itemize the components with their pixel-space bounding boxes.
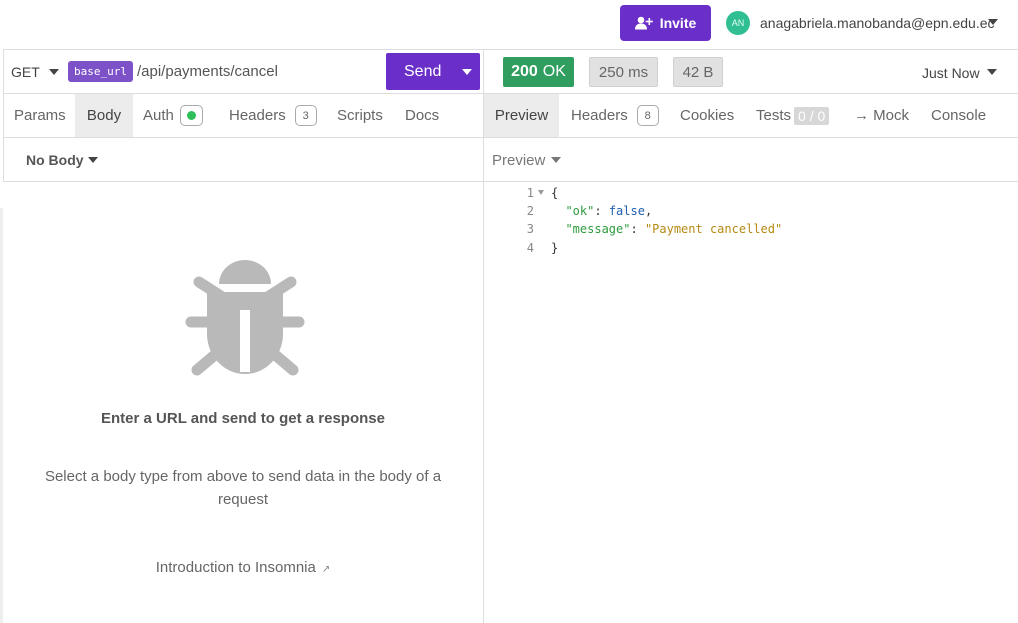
line-number: 3 bbox=[526, 222, 534, 236]
json-value-ok: false bbox=[608, 204, 645, 218]
response-headers-count-badge: 8 bbox=[636, 105, 659, 126]
status-badge: 200 OK bbox=[503, 57, 574, 87]
line-number: 1 bbox=[526, 186, 534, 200]
tab-auth-label: Auth bbox=[143, 107, 174, 124]
response-size-badge: 42 B bbox=[673, 57, 723, 87]
tab-response-headers-label: Headers bbox=[571, 107, 628, 124]
code-close-brace: } bbox=[551, 241, 559, 255]
method-select[interactable]: GET bbox=[11, 64, 40, 80]
tab-tests-label: Tests bbox=[756, 107, 792, 124]
auth-enabled-dot bbox=[186, 111, 196, 120]
tab-body[interactable]: Body bbox=[75, 94, 133, 137]
response-tabs: Preview Headers 8 Cookies Tests 0 / 0 → … bbox=[484, 94, 1018, 138]
bug-icon bbox=[185, 260, 305, 376]
request-tabs: Params Body Auth Headers 3 Scripts Docs bbox=[3, 94, 483, 138]
response-time-badge: 250 ms bbox=[589, 57, 658, 87]
invite-label: Invite bbox=[659, 15, 697, 31]
tab-response-headers[interactable]: Headers 8 bbox=[571, 94, 659, 137]
send-button[interactable]: Send bbox=[386, 53, 480, 90]
send-label: Send bbox=[404, 63, 442, 80]
tab-cookies[interactable]: Cookies bbox=[680, 94, 734, 137]
chevron-down-icon[interactable] bbox=[49, 69, 59, 75]
chevron-down-icon[interactable] bbox=[551, 157, 561, 163]
status-code: 200 bbox=[511, 63, 538, 80]
tab-auth[interactable]: Auth bbox=[143, 94, 203, 137]
pane-divider[interactable] bbox=[483, 49, 484, 623]
tab-tests[interactable]: Tests 0 / 0 bbox=[756, 94, 830, 137]
preview-mode-bar: Preview bbox=[484, 138, 1018, 182]
empty-state-description: Select a body type from above to send da… bbox=[44, 468, 442, 508]
auth-status-indicator bbox=[179, 105, 203, 126]
line-number: 4 bbox=[526, 241, 534, 255]
preview-mode-select[interactable]: Preview bbox=[492, 152, 545, 169]
url-input[interactable]: /api/payments/cancel bbox=[137, 63, 278, 80]
chevron-down-icon[interactable] bbox=[987, 69, 997, 75]
url-bar: GET base_url /api/payments/cancel Send bbox=[3, 49, 483, 94]
request-body-empty-state: Enter a URL and send to get a response S… bbox=[3, 182, 483, 623]
base-url-variable-tag[interactable]: base_url bbox=[68, 61, 133, 82]
code-line: 4 } bbox=[484, 241, 1018, 259]
tab-scripts[interactable]: Scripts bbox=[337, 94, 383, 137]
top-bar: Invite AN anagabriela.manobanda@epn.edu.… bbox=[0, 0, 1018, 48]
chevron-down-icon[interactable] bbox=[462, 69, 472, 75]
code-text: "message": "Payment cancelled" bbox=[565, 222, 783, 236]
chevron-down-icon[interactable] bbox=[988, 19, 998, 25]
code-line: 1 { bbox=[484, 186, 1018, 204]
json-key-message: "message" bbox=[565, 222, 631, 236]
tab-headers[interactable]: Headers 3 bbox=[229, 94, 317, 137]
response-history-select[interactable]: Just Now bbox=[922, 65, 980, 81]
empty-state-title: Enter a URL and send to get a response bbox=[101, 410, 385, 427]
avatar[interactable]: AN bbox=[726, 11, 750, 35]
code-text: "ok": false, bbox=[565, 204, 653, 218]
tab-mock[interactable]: → Mock bbox=[854, 94, 909, 137]
code-open-brace: { bbox=[551, 186, 559, 200]
response-status-bar: 200 OK 250 ms 42 B Just Now bbox=[484, 49, 1018, 94]
add-user-icon bbox=[634, 16, 653, 30]
body-type-bar: No Body bbox=[3, 138, 483, 182]
intro-insomnia-link[interactable]: Introduction to Insomnia ↗ bbox=[3, 559, 483, 576]
tab-params[interactable]: Params bbox=[4, 94, 76, 137]
code-line: 2 "ok": false, bbox=[484, 204, 1018, 222]
line-number: 2 bbox=[526, 204, 534, 218]
json-key-ok: "ok" bbox=[565, 204, 595, 218]
tab-docs[interactable]: Docs bbox=[405, 94, 439, 137]
intro-link-label: Introduction to Insomnia bbox=[155, 559, 316, 576]
tab-console[interactable]: Console bbox=[931, 94, 986, 137]
json-value-message: "Payment cancelled" bbox=[644, 222, 783, 236]
external-link-icon: ↗ bbox=[321, 564, 331, 575]
code-line: 3 "message": "Payment cancelled" bbox=[484, 222, 1018, 240]
fold-arrow-icon[interactable] bbox=[538, 190, 544, 195]
tab-preview[interactable]: Preview bbox=[484, 94, 559, 137]
tests-score-badge: 0 / 0 bbox=[794, 106, 830, 125]
headers-count-badge: 3 bbox=[294, 105, 317, 126]
tab-headers-label: Headers bbox=[229, 107, 286, 124]
body-type-select[interactable]: No Body bbox=[26, 152, 84, 168]
user-email[interactable]: anagabriela.manobanda@epn.edu.ec bbox=[760, 15, 995, 31]
invite-button[interactable]: Invite bbox=[620, 5, 711, 41]
chevron-down-icon[interactable] bbox=[88, 157, 98, 163]
status-text: OK bbox=[542, 63, 566, 80]
